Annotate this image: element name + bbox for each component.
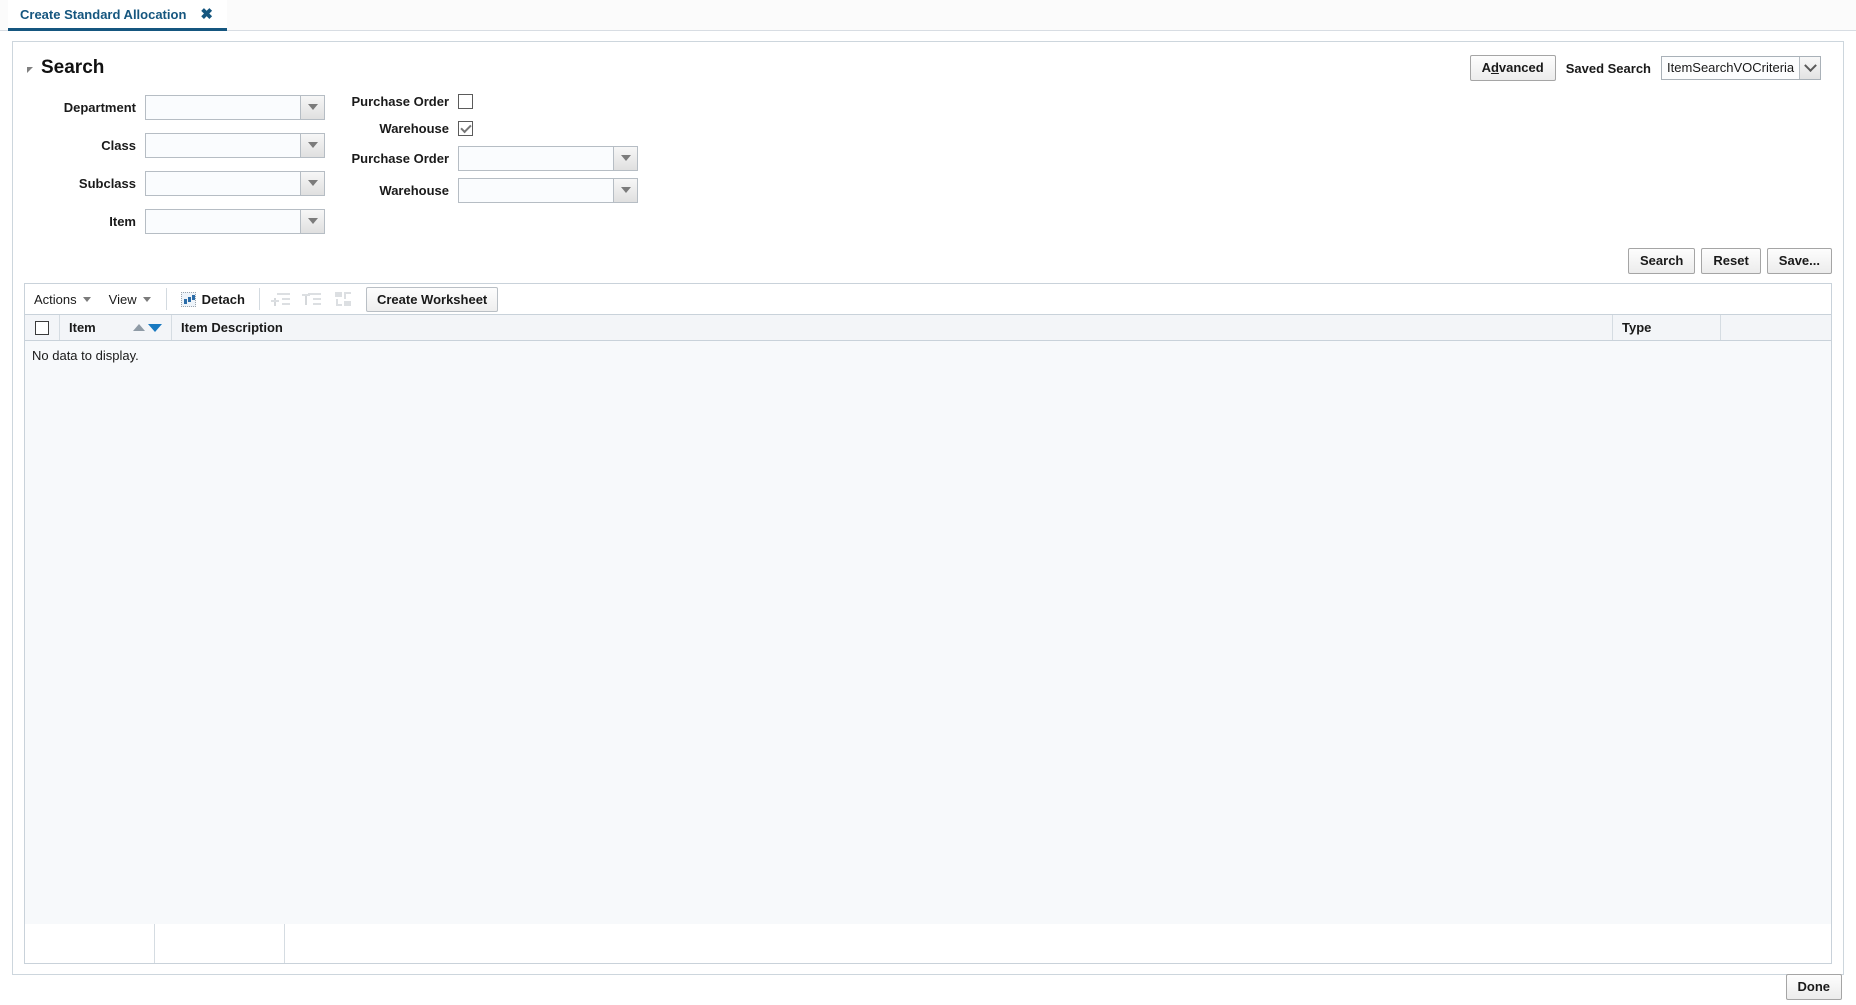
purchase-order-lov[interactable] [458,146,638,171]
search-header-actions: Advanced Saved Search ItemSearchVOCriter… [1470,55,1829,81]
select-all-column-header [25,315,60,340]
tab-bar: Create Standard Allocation ✖ [0,0,1856,31]
dropdown-arrow-icon[interactable] [613,178,638,203]
chevron-down-icon [83,297,91,302]
column-header-filler [1721,315,1831,340]
wrap-text-button [266,284,297,314]
criteria-column-right: Purchase Order Warehouse Purchase Order … [343,88,743,240]
unwrap-text-icon [304,292,321,307]
page-footer: Done [0,969,1856,1005]
dropdown-arrow-icon[interactable] [613,146,638,171]
class-lov[interactable] [145,133,325,158]
sort-ascending-icon[interactable] [133,324,145,331]
detach-button[interactable]: Detach [173,284,253,314]
search-criteria: Department Class Subclass [13,82,1843,240]
field-label: Class [13,138,145,153]
criteria-column-left: Department Class Subclass [13,88,343,240]
department-input[interactable] [145,95,300,120]
unwrap-text-button [297,284,328,314]
sort-descending-icon[interactable] [148,324,162,332]
footer-cell-1 [25,924,155,963]
field-warehouse: Warehouse [343,174,743,206]
advanced-button[interactable]: Advanced [1470,55,1556,81]
column-header-label: Item Description [181,320,283,335]
search-section-header: Search Advanced Saved Search ItemSearchV… [13,42,1843,82]
field-department: Department [13,88,343,126]
dropdown-arrow-icon[interactable] [300,209,325,234]
tab-create-standard-allocation[interactable]: Create Standard Allocation ✖ [8,0,227,31]
department-lov[interactable] [145,95,325,120]
close-icon[interactable]: ✖ [200,7,213,22]
purchase-order-input[interactable] [458,146,613,171]
saved-search-value: ItemSearchVOCriteria [1662,57,1799,79]
warehouse-input[interactable] [458,178,613,203]
save-button[interactable]: Save... [1767,248,1832,274]
chevron-down-icon [143,297,151,302]
column-header-item-description[interactable]: Item Description [172,315,1613,340]
detach-rows-button [328,284,359,314]
view-menu-label: View [109,292,137,307]
field-label: Warehouse [343,121,458,136]
select-all-checkbox[interactable] [35,321,49,335]
actions-menu-label: Actions [34,292,77,307]
field-item: Item [13,202,343,240]
column-header-item[interactable]: Item [60,315,172,340]
toolbar-divider [259,288,260,310]
column-header-label: Type [1622,320,1651,335]
field-label: Warehouse [343,183,458,198]
view-menu[interactable]: View [100,284,160,314]
sort-controls [133,324,162,332]
field-class: Class [13,126,343,164]
item-lov[interactable] [145,209,325,234]
search-button[interactable]: Search [1628,248,1695,274]
detach-icon [181,292,196,307]
item-input[interactable] [145,209,300,234]
column-header-type[interactable]: Type [1613,315,1721,340]
purchase-order-checkbox[interactable] [458,94,473,109]
toolbar-divider [166,288,167,310]
field-purchase-order: Purchase Order [343,142,743,174]
subclass-input[interactable] [145,171,300,196]
content-panel: Search Advanced Saved Search ItemSearchV… [12,41,1844,975]
tab-label: Create Standard Allocation [20,7,186,22]
field-subclass: Subclass [13,164,343,202]
actions-menu[interactable]: Actions [25,284,100,314]
dropdown-arrow-icon[interactable] [300,171,325,196]
field-warehouse-checkbox: Warehouse [343,115,743,142]
results-table: Actions View Detach [24,283,1832,924]
detach-rows-icon [335,292,352,307]
page-title: Search [41,57,104,79]
saved-search-label: Saved Search [1566,61,1651,76]
detach-label: Detach [202,292,245,307]
footer-cell-2 [155,924,285,963]
footer-cell-3 [285,924,1831,963]
empty-state-message: No data to display. [25,341,1831,363]
dropdown-arrow-icon[interactable] [300,95,325,120]
page-body: Search Advanced Saved Search ItemSearchV… [0,31,1856,1005]
class-input[interactable] [145,133,300,158]
table-toolbar: Actions View Detach [25,284,1831,315]
column-header-label: Item [69,320,96,335]
chevron-down-icon[interactable] [1799,57,1820,79]
saved-search-select[interactable]: ItemSearchVOCriteria [1661,56,1821,80]
create-worksheet-button[interactable]: Create Worksheet [366,287,498,312]
subclass-lov[interactable] [145,171,325,196]
field-label: Item [13,214,145,229]
dropdown-arrow-icon[interactable] [300,133,325,158]
search-action-buttons: Search Reset Save... [13,240,1843,283]
collapse-triangle-icon[interactable] [27,67,33,73]
table-body: No data to display. [25,341,1831,924]
table-header-row: Item Item Description Type [25,315,1831,341]
done-button[interactable]: Done [1786,974,1843,1000]
table-footer-row [24,924,1832,964]
wrap-text-icon [273,292,290,307]
reset-button[interactable]: Reset [1701,248,1760,274]
field-label: Subclass [13,176,145,191]
field-label: Purchase Order [343,94,458,109]
warehouse-lov[interactable] [458,178,638,203]
field-label: Department [13,100,145,115]
warehouse-checkbox[interactable] [458,121,473,136]
field-purchase-order-checkbox: Purchase Order [343,88,743,115]
field-label: Purchase Order [343,151,458,166]
